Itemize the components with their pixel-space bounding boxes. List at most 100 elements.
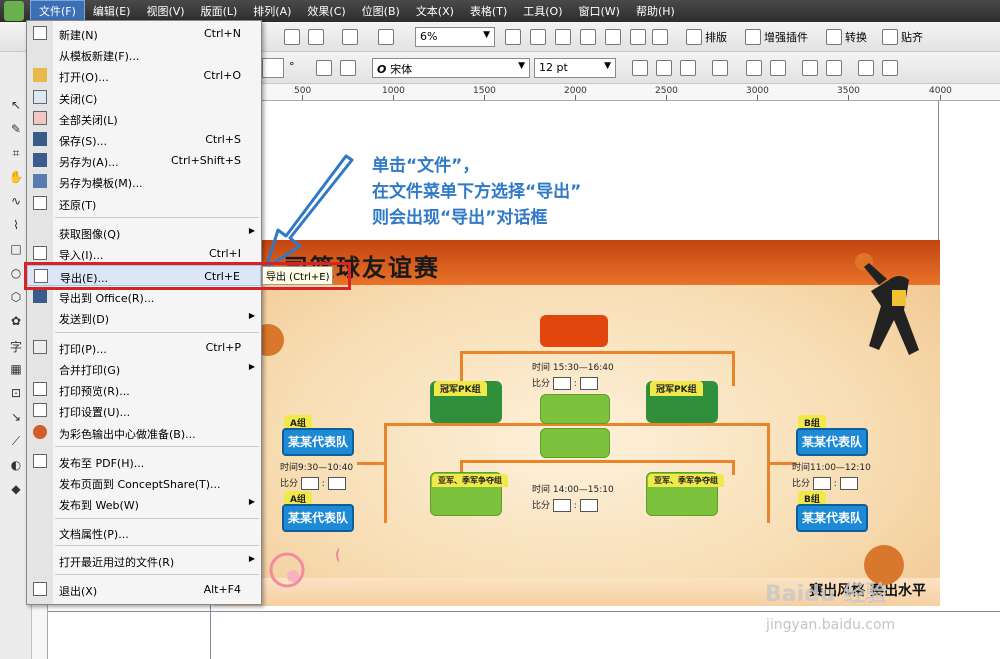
menu-edit[interactable]: 编辑(E) (85, 1, 139, 21)
vertical-text-button[interactable] (882, 58, 898, 78)
ellipse-tool-icon[interactable]: ○ (6, 266, 26, 284)
text-tool-icon[interactable]: 字 (6, 338, 26, 356)
export-button[interactable] (308, 27, 324, 47)
menu-tools[interactable]: 工具(O) (515, 1, 570, 21)
rectangle-tool-icon[interactable]: □ (6, 242, 26, 260)
zoom-all-button[interactable] (580, 27, 596, 47)
menu-item-label: 打印(P)... (59, 343, 107, 356)
menu-item-document-properties[interactable]: 文档属性(P)... (27, 522, 261, 543)
menu-item-publish-pdf[interactable]: 发布至 PDF(H)... (27, 451, 261, 472)
menu-item-new-from-template[interactable]: 从模板新建(F)... (27, 44, 261, 65)
watermark-url: jingyan.baidu.com (766, 617, 896, 633)
menu-item-save-as[interactable]: 另存为(A)... Ctrl+Shift+S (27, 150, 261, 171)
final-box (540, 315, 608, 347)
zoom-page-button[interactable] (605, 27, 621, 47)
menu-item-close-all[interactable]: 全部关闭(L) (27, 108, 261, 129)
menu-item-close[interactable]: 关闭(C) (27, 87, 261, 108)
underline-button[interactable] (680, 58, 696, 78)
menu-layout[interactable]: 版面(L) (193, 1, 246, 21)
menu-item-merge-print[interactable]: 合并打印(G) ▶ (27, 358, 261, 379)
menu-item-import[interactable]: 导入(I)... Ctrl+I (27, 243, 261, 264)
menu-table[interactable]: 表格(T) (462, 1, 515, 21)
menu-arrange[interactable]: 排列(A) (245, 1, 299, 21)
menu-item-print-preview[interactable]: 打印预览(R)... (27, 379, 261, 400)
ruler-tick (666, 95, 667, 100)
menu-item-open[interactable]: 打开(O)... Ctrl+O (27, 65, 261, 86)
connector-tool-icon[interactable]: ↘ (6, 410, 26, 428)
menu-view[interactable]: 视图(V) (138, 1, 192, 21)
ruler-tick (940, 95, 941, 100)
menu-item-save[interactable]: 保存(S)... Ctrl+S (27, 129, 261, 150)
outline-tool-icon[interactable]: ◐ (6, 458, 26, 476)
menu-item-label: 导入(I)... (59, 249, 104, 262)
spiral-tool-icon[interactable]: ✿ (6, 314, 26, 332)
bold-button[interactable] (632, 58, 648, 78)
rotation-input[interactable] (262, 58, 284, 78)
bracket-line (732, 460, 735, 475)
menu-item-new[interactable]: 新建(N) Ctrl+N (27, 23, 261, 44)
curve-tool-icon[interactable]: ∿ (6, 194, 26, 212)
menu-item-recent-files[interactable]: 打开最近用过的文件(R) ▶ (27, 550, 261, 571)
dropcap-button[interactable] (770, 58, 786, 78)
menu-bitmaps[interactable]: 位图(B) (354, 1, 408, 21)
italic-button[interactable] (656, 58, 672, 78)
zoom-in-button[interactable] (505, 27, 521, 47)
typeset-button[interactable]: 排版 (686, 27, 727, 47)
text-format-button[interactable] (802, 58, 818, 78)
menu-item-acquire-image[interactable]: 获取图像(Q) ▶ (27, 222, 261, 243)
snap-button[interactable]: 贴齐 (882, 27, 923, 47)
menu-item-exit[interactable]: 退出(X) Alt+F4 (27, 579, 261, 600)
menu-item-publish-web[interactable]: 发布到 Web(W) ▶ (27, 493, 261, 514)
convert-icon (826, 29, 842, 45)
menu-item-label: 打印预览(R)... (59, 385, 130, 398)
horizontal-text-icon (858, 60, 874, 76)
plugin-button[interactable]: 增强插件 (745, 27, 808, 47)
runner-up-label: 亚军、季军争夺组 (648, 474, 724, 487)
mirror-horizontal-button[interactable] (316, 58, 332, 78)
menu-window[interactable]: 窗口(W) (571, 1, 628, 21)
menu-effects[interactable]: 效果(C) (299, 1, 353, 21)
menu-item-send-to[interactable]: 发送到(D) ▶ (27, 307, 261, 328)
shape-tool-icon[interactable]: ✎ (6, 122, 26, 140)
zoom-height-button[interactable] (652, 27, 668, 47)
new-document-icon (33, 26, 47, 40)
close-document-icon (33, 90, 47, 104)
horizontal-text-button[interactable] (858, 58, 874, 78)
zoom-width-button[interactable] (630, 27, 646, 47)
menu-item-prepare-output[interactable]: 为彩色输出中心做准备(B)... (27, 422, 261, 443)
poster-artwork[interactable]: 司篮球友谊赛 赛出风格 赛出水平 时间 15:30—16:40 比分 : 时间 … (214, 240, 940, 606)
menu-item-revert[interactable]: 还原(T) (27, 193, 261, 214)
welcome-screen-button[interactable] (378, 27, 394, 47)
menu-file[interactable]: 文件(F) (30, 0, 85, 22)
menu-item-save-as-template[interactable]: 另存为模板(M)... (27, 171, 261, 192)
font-size-select[interactable]: 12 pt ▼ (534, 58, 616, 78)
polygon-tool-icon[interactable]: ⬡ (6, 290, 26, 308)
eyedropper-tool-icon[interactable]: ⟋ (6, 434, 26, 452)
crop-tool-icon[interactable]: ⌗ (6, 146, 26, 164)
pan-tool-icon[interactable]: ✋ (6, 170, 26, 188)
bullet-button[interactable] (746, 58, 762, 78)
font-select[interactable]: O 宋体 ▼ (372, 58, 530, 78)
score-label: 比分 (532, 379, 551, 389)
dimension-tool-icon[interactable]: ⊡ (6, 386, 26, 404)
table-tool-icon[interactable]: ▦ (6, 362, 26, 380)
convert-button[interactable]: 转换 (826, 27, 867, 47)
edit-text-button[interactable] (826, 58, 842, 78)
pick-tool-icon[interactable]: ↖ (6, 98, 26, 116)
menu-item-publish-conceptshare[interactable]: 发布页面到 ConceptShare(T)... (27, 472, 261, 493)
mirror-vertical-button[interactable] (340, 58, 356, 78)
align-button[interactable] (712, 58, 728, 78)
fill-tool-icon[interactable]: ◆ (6, 482, 26, 500)
bracket-line (460, 460, 735, 463)
menu-item-print[interactable]: 打印(P)... Ctrl+P (27, 337, 261, 358)
menu-item-print-setup[interactable]: 打印设置(U)... (27, 400, 261, 421)
smart-tool-icon[interactable]: ⌇ (6, 218, 26, 236)
submenu-arrow-icon: ▶ (248, 554, 255, 563)
menu-text[interactable]: 文本(X) (408, 1, 462, 21)
application-launcher-button[interactable] (342, 27, 358, 47)
zoom-select[interactable]: 6% ▼ (415, 27, 495, 47)
zoom-out-button[interactable] (530, 27, 546, 47)
zoom-selected-button[interactable] (555, 27, 571, 47)
menu-help[interactable]: 帮助(H) (628, 1, 683, 21)
import-button[interactable] (284, 27, 300, 47)
